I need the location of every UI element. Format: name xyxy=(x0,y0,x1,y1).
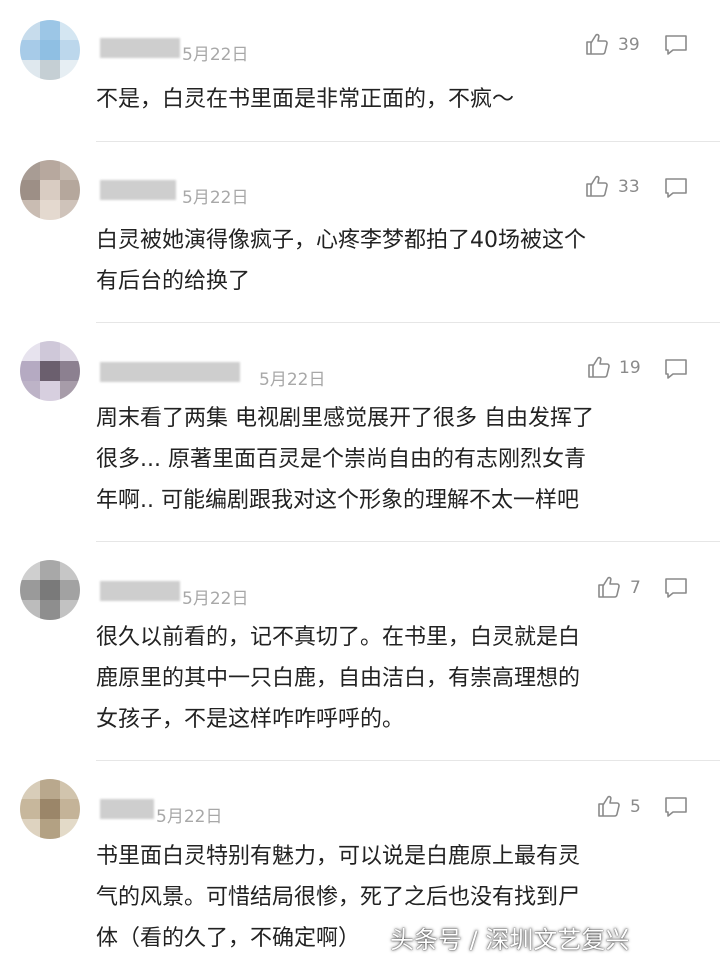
thumbs-up-icon[interactable] xyxy=(596,793,622,819)
comment-date: 5月22日 xyxy=(182,589,249,609)
comment-text: 不是，白灵在书里面是非常正面的，不疯～ xyxy=(96,87,515,112)
divider xyxy=(96,322,720,323)
like-count: 19 xyxy=(619,358,641,378)
username-blurred[interactable] xyxy=(100,180,176,200)
like-count: 33 xyxy=(618,177,640,197)
like-count: 5 xyxy=(630,797,641,817)
avatar[interactable] xyxy=(20,20,80,80)
thumbs-up-icon[interactable] xyxy=(596,574,622,600)
divider xyxy=(96,141,720,142)
comment-bubble-icon[interactable] xyxy=(664,34,688,56)
comment-bubble-icon[interactable] xyxy=(664,358,688,380)
divider xyxy=(96,541,720,542)
comment-text: 周末看了两集 电视剧里感觉展开了很多 自由发挥了 很多... 原著里面百灵是个崇… xyxy=(96,406,594,513)
comment-bubble-icon[interactable] xyxy=(664,177,688,199)
username-blurred[interactable] xyxy=(100,362,240,382)
like-count: 7 xyxy=(630,578,641,598)
comment-date: 5月22日 xyxy=(259,370,326,390)
avatar[interactable] xyxy=(20,341,80,401)
comment-text: 很久以前看的，记不真切了。在书里，白灵就是白 鹿原里的其中一只白鹿，自由洁白，有… xyxy=(96,625,581,732)
username-blurred[interactable] xyxy=(100,799,154,819)
thumbs-up-icon[interactable] xyxy=(586,354,612,380)
comment-bubble-icon[interactable] xyxy=(664,577,688,599)
username-blurred[interactable] xyxy=(100,38,180,58)
username-blurred[interactable] xyxy=(100,581,180,601)
thumbs-up-icon[interactable] xyxy=(584,31,610,57)
comment-text: 白灵被她演得像疯子，心疼李梦都拍了40场被这个 有后台的给换了 xyxy=(96,228,586,294)
like-count: 39 xyxy=(618,35,640,55)
thumbs-up-icon[interactable] xyxy=(584,173,610,199)
comment-date: 5月22日 xyxy=(182,188,249,208)
comment-date: 5月22日 xyxy=(156,807,223,827)
avatar[interactable] xyxy=(20,560,80,620)
avatar[interactable] xyxy=(20,779,80,839)
divider xyxy=(96,760,720,761)
comment-bubble-icon[interactable] xyxy=(664,796,688,818)
comment-date: 5月22日 xyxy=(182,45,249,65)
avatar[interactable] xyxy=(20,160,80,220)
watermark: 头条号 / 深圳文艺复兴 xyxy=(390,926,630,954)
